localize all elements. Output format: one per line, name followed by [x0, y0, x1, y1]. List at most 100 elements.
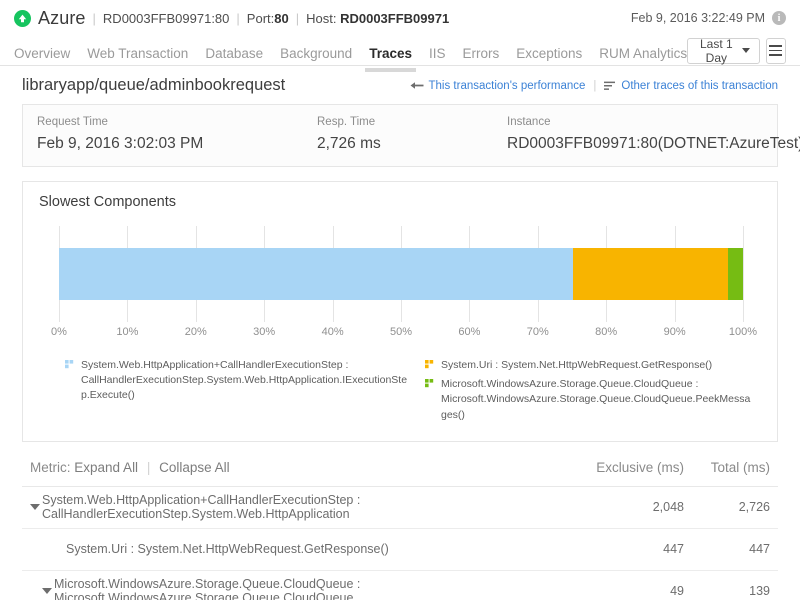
tab-exceptions[interactable]: Exceptions — [516, 46, 582, 66]
azure-logo-icon — [14, 10, 31, 27]
bar-segment-2[interactable] — [573, 248, 728, 300]
list-lines-icon — [604, 81, 616, 91]
x-axis-tick-label: 30% — [253, 326, 275, 338]
total-ms-value: 139 — [684, 584, 770, 598]
metric-name-cell: System.Uri : System.Net.HttpWebRequest.G… — [30, 542, 572, 556]
x-axis-tick-label: 50% — [390, 326, 412, 338]
nav-controls: Last 1 Day — [687, 38, 786, 64]
legend-swatch-icon — [65, 360, 75, 369]
time-range-dropdown[interactable]: Last 1 Day — [687, 38, 760, 64]
slowest-components-card: Slowest Components 0% 10% 20% 30% 40% 50% 60% 7… — [22, 181, 778, 442]
tab-iis[interactable]: IIS — [429, 46, 446, 66]
instance-value: RD0003FFB09971:80(DOTNET:AzureTest) — [507, 135, 800, 153]
chart-title: Slowest Components — [39, 194, 761, 210]
stacked-bar-chart — [59, 226, 743, 322]
total-ms-value: 447 — [684, 542, 770, 556]
instance-field: Instance RD0003FFB09971:80(DOTNET:AzureT… — [507, 116, 800, 153]
metric-name-label: Microsoft.WindowsAzure.Storage.Queue.Clo… — [54, 577, 572, 600]
x-axis-tick-label: 70% — [527, 326, 549, 338]
legend-label: System.Web.HttpApplication+CallHandlerEx… — [81, 358, 409, 404]
request-time-label: Request Time — [37, 116, 317, 128]
legend-item[interactable]: Microsoft.WindowsAzure.Storage.Queue.Clo… — [425, 377, 753, 423]
chart-x-axis: 0%10%20%30%40%50%60%70%80%90%100% — [59, 326, 743, 344]
bar-segment-1[interactable] — [59, 248, 573, 300]
this-transactions-performance-link[interactable]: This transaction's performance — [410, 80, 586, 92]
top-bar-right: Feb 9, 2016 3:22:49 PM i — [631, 11, 786, 25]
total-ms-value: 2,726 — [684, 500, 770, 514]
host-label: Host: — [306, 11, 336, 26]
x-axis-tick-label: 80% — [595, 326, 617, 338]
legend-item[interactable]: System.Web.HttpApplication+CallHandlerEx… — [65, 358, 409, 404]
tab-errors[interactable]: Errors — [463, 46, 500, 66]
current-timestamp: Feb 9, 2016 3:22:49 PM — [631, 11, 765, 25]
table-row[interactable]: Microsoft.WindowsAzure.Storage.Queue.Clo… — [22, 571, 778, 600]
other-traces-label: Other traces of this transaction — [621, 80, 778, 92]
links-divider: | — [593, 80, 596, 92]
x-axis-tick-label: 90% — [664, 326, 686, 338]
exclusive-ms-value: 2,048 — [572, 500, 684, 514]
hamburger-icon-line-3 — [769, 54, 782, 56]
request-time-field: Request Time Feb 9, 2016 3:02:03 PM — [37, 116, 317, 153]
tab-database[interactable]: Database — [205, 46, 263, 66]
legend-label-line2: Microsoft.WindowsAzure.Storage.Queue.Clo… — [441, 393, 750, 420]
metric-label: Metric: — [30, 460, 71, 475]
tab-traces[interactable]: Traces — [369, 46, 412, 66]
resp-time-label: Resp. Time — [317, 116, 507, 128]
page-title: libraryapp/queue/adminbookrequest — [22, 76, 285, 95]
tab-overview[interactable]: Overview — [14, 46, 70, 66]
transaction-meta-panel: Request Time Feb 9, 2016 3:02:03 PM Resp… — [22, 104, 778, 167]
bar-segment-3[interactable] — [728, 248, 743, 300]
collapse-all-button[interactable]: Collapse All — [159, 460, 230, 475]
port-info: Port:80 — [247, 11, 289, 26]
metrics-table: Metric: Expand All | Collapse All Exclus… — [22, 460, 778, 600]
resp-time-field: Resp. Time 2,726 ms — [317, 116, 507, 153]
transaction-links: This transaction's performance | Other t… — [410, 80, 778, 92]
x-axis-tick-label: 60% — [458, 326, 480, 338]
top-bar: Azure | RD0003FFB09971:80 | Port:80 | Ho… — [0, 0, 800, 36]
chart-legend: System.Web.HttpApplication+CallHandlerEx… — [39, 358, 761, 427]
instance-label: Instance — [507, 116, 800, 128]
this-transactions-performance-label: This transaction's performance — [429, 80, 586, 92]
header-separator-2: | — [236, 11, 239, 26]
x-axis-tick-label: 0% — [51, 326, 67, 338]
hamburger-menu-button[interactable] — [766, 38, 786, 64]
table-row[interactable]: System.Web.HttpApplication+CallHandlerEx… — [22, 487, 778, 529]
table-row[interactable]: System.Uri : System.Net.HttpWebRequest.G… — [22, 529, 778, 571]
metric-name-label: System.Web.HttpApplication+CallHandlerEx… — [42, 493, 572, 521]
info-icon[interactable]: i — [772, 11, 786, 25]
trace-details-page: Azure | RD0003FFB09971:80 | Port:80 | Ho… — [0, 0, 800, 600]
legend-label-line1: System.Web.HttpApplication+CallHandlerEx… — [81, 359, 348, 371]
column-header-exclusive: Exclusive (ms) — [572, 460, 684, 475]
back-arrow-icon — [410, 81, 424, 90]
metrics-row-list: System.Web.HttpApplication+CallHandlerEx… — [22, 487, 778, 600]
host-info: Host: RD0003FFB09971 — [306, 11, 449, 26]
other-traces-link[interactable]: Other traces of this transaction — [604, 80, 778, 92]
chevron-down-icon — [742, 48, 750, 53]
tab-web-transaction[interactable]: Web Transaction — [87, 46, 188, 66]
hamburger-icon-line-1 — [769, 45, 782, 47]
port-label: Port: — [247, 11, 274, 26]
x-axis-tick-label: 40% — [322, 326, 344, 338]
x-axis-tick-label: 10% — [116, 326, 138, 338]
legend-label: System.Uri : System.Net.HttpWebRequest.G… — [441, 358, 712, 373]
app-instance-id: RD0003FFB09971:80 — [103, 11, 229, 26]
legend-item[interactable]: System.Uri : System.Net.HttpWebRequest.G… — [425, 358, 753, 373]
legend-column-left: System.Web.HttpApplication+CallHandlerEx… — [65, 358, 409, 427]
request-time-value: Feb 9, 2016 3:02:03 PM — [37, 135, 317, 153]
legend-column-right: System.Uri : System.Net.HttpWebRequest.G… — [409, 358, 753, 427]
expand-collapse-triangle-icon[interactable] — [42, 588, 52, 594]
metric-name-cell: Microsoft.WindowsAzure.Storage.Queue.Clo… — [30, 577, 572, 600]
tab-background[interactable]: Background — [280, 46, 352, 66]
legend-label-line2: CallHandlerExecutionStep.System.Web.Http… — [81, 374, 407, 401]
port-value: 80 — [274, 11, 288, 26]
legend-label-line1: Microsoft.WindowsAzure.Storage.Queue.Clo… — [441, 378, 698, 390]
legend-swatch-icon — [425, 360, 435, 369]
x-axis-tick-label: 20% — [185, 326, 207, 338]
host-value: RD0003FFB09971 — [340, 11, 449, 26]
tab-rum-analytics[interactable]: RUM Analytics — [599, 46, 687, 66]
time-range-label: Last 1 Day — [697, 37, 736, 65]
x-axis-tick-label: 100% — [729, 326, 757, 338]
nav-tab-list: Overview Web Transaction Database Backgr… — [14, 36, 687, 66]
expand-collapse-triangle-icon[interactable] — [30, 504, 40, 510]
expand-all-button[interactable]: Expand All — [74, 460, 138, 475]
